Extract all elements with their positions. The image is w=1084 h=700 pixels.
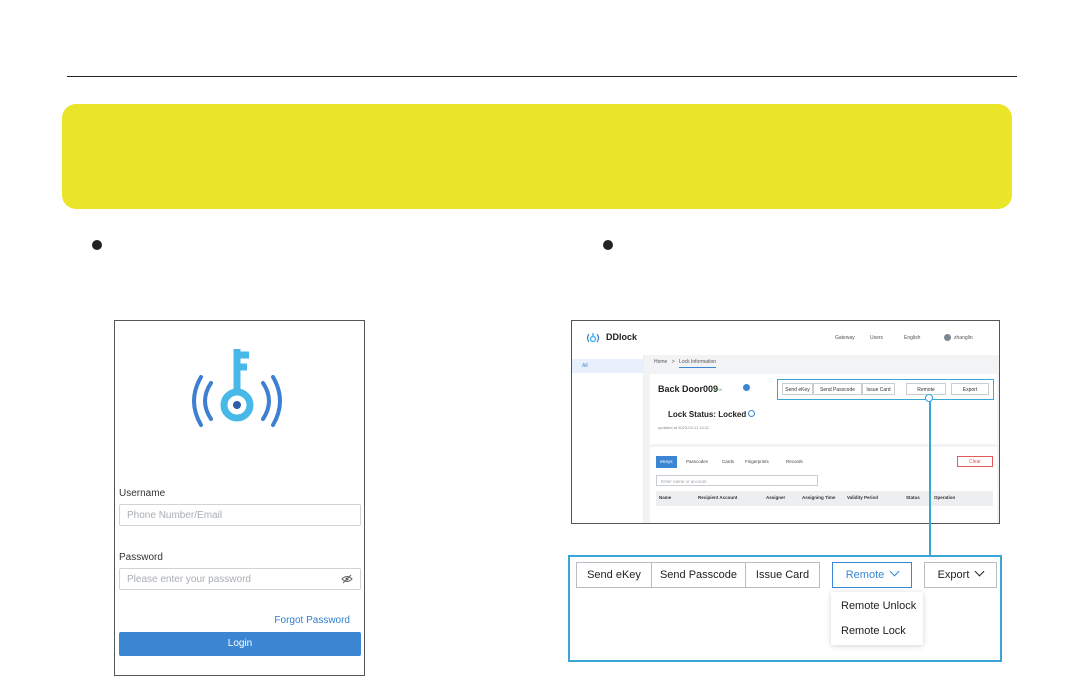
breadcrumb-home[interactable]: Home xyxy=(654,359,667,365)
tab-passcodes[interactable]: Passcodes xyxy=(682,456,712,468)
tab-records[interactable]: Records xyxy=(782,456,807,468)
callout-connector xyxy=(929,400,931,557)
nav-language[interactable]: English xyxy=(904,335,920,341)
zoom-remote-label: Remote xyxy=(845,569,885,581)
password-label: Password xyxy=(119,552,163,563)
col-recipient-account: Recipient Account xyxy=(698,495,738,500)
username-label: Username xyxy=(119,488,166,499)
zoom-export-label: Export xyxy=(937,569,970,581)
sidebar: All xyxy=(572,355,644,523)
breadcrumb-current: Lock Information xyxy=(679,359,717,368)
login-screenshot: Username Phone Number/Email Password Ple… xyxy=(114,320,365,676)
username-input[interactable]: Phone Number/Email xyxy=(119,504,361,526)
remote-dropdown-menu: Remote Unlock Remote Lock xyxy=(831,592,923,645)
app-screenshot: DDlock Gateway Users English zhanglin Al… xyxy=(571,320,1000,524)
col-assigner: Assigner xyxy=(766,495,786,500)
bullet-left xyxy=(92,240,102,250)
refresh-icon[interactable] xyxy=(748,410,755,417)
brand-logo-icon xyxy=(586,333,600,343)
battery-badge: 60% xyxy=(714,387,723,392)
menu-item-remote-unlock[interactable]: Remote Unlock xyxy=(841,600,916,612)
tab-ekeys[interactable]: eKeys xyxy=(656,456,677,468)
nav-user-name[interactable]: zhanglin xyxy=(954,335,973,341)
chevron-down-icon xyxy=(974,566,985,577)
breadcrumb: Home > Lock Information xyxy=(654,359,717,368)
login-button[interactable]: Login xyxy=(119,632,361,656)
zoom-send-passcode-button[interactable]: Send Passcode xyxy=(651,562,746,588)
col-operation: Operation xyxy=(934,495,956,500)
zoom-send-ekey-button[interactable]: Send eKey xyxy=(576,562,652,588)
menu-item-remote-lock[interactable]: Remote Lock xyxy=(841,625,906,637)
zoom-export-button[interactable]: Export xyxy=(924,562,997,588)
password-placeholder: Please enter your password xyxy=(127,574,251,585)
bullet-right xyxy=(603,240,613,250)
col-assigning-time: Assigning Time xyxy=(802,495,836,500)
key-signal-logo-icon xyxy=(192,349,282,427)
chevron-down-icon xyxy=(889,566,900,577)
nav-gateway[interactable]: Gateway xyxy=(835,335,855,341)
col-status: Status xyxy=(906,495,920,500)
tab-fingerprints[interactable]: Fingerprints xyxy=(741,456,773,468)
zoom-issue-card-button[interactable]: Issue Card xyxy=(745,562,820,588)
lock-status: Lock Status: Locked xyxy=(668,410,747,419)
eye-hidden-icon[interactable] xyxy=(341,573,353,585)
zoom-remote-button[interactable]: Remote xyxy=(832,562,912,588)
avatar[interactable] xyxy=(944,334,951,341)
brand-name: DDlock xyxy=(606,332,638,342)
search-input[interactable]: Enter name or account xyxy=(656,475,818,486)
password-input[interactable]: Please enter your password xyxy=(119,568,361,590)
tab-cards[interactable]: Cards xyxy=(718,456,738,468)
top-divider xyxy=(67,76,1017,77)
updated-time: updated at 2023-03-11 14:11 xyxy=(658,425,710,430)
col-validity-period: Validity Period xyxy=(847,495,879,500)
callout-anchor xyxy=(925,394,933,402)
breadcrumb-separator: > xyxy=(671,359,675,365)
title-banner xyxy=(62,104,1012,209)
col-name: Name xyxy=(659,495,672,500)
lock-name: Back Door009 xyxy=(658,384,719,394)
nav-users[interactable]: Users xyxy=(870,335,883,341)
forgot-password-link[interactable]: Forgot Password xyxy=(274,615,350,626)
action-buttons-highlight xyxy=(777,379,994,400)
gear-icon[interactable] xyxy=(743,384,750,391)
sidebar-item-all[interactable]: All xyxy=(572,359,643,373)
clear-button[interactable]: Clear xyxy=(957,456,993,467)
